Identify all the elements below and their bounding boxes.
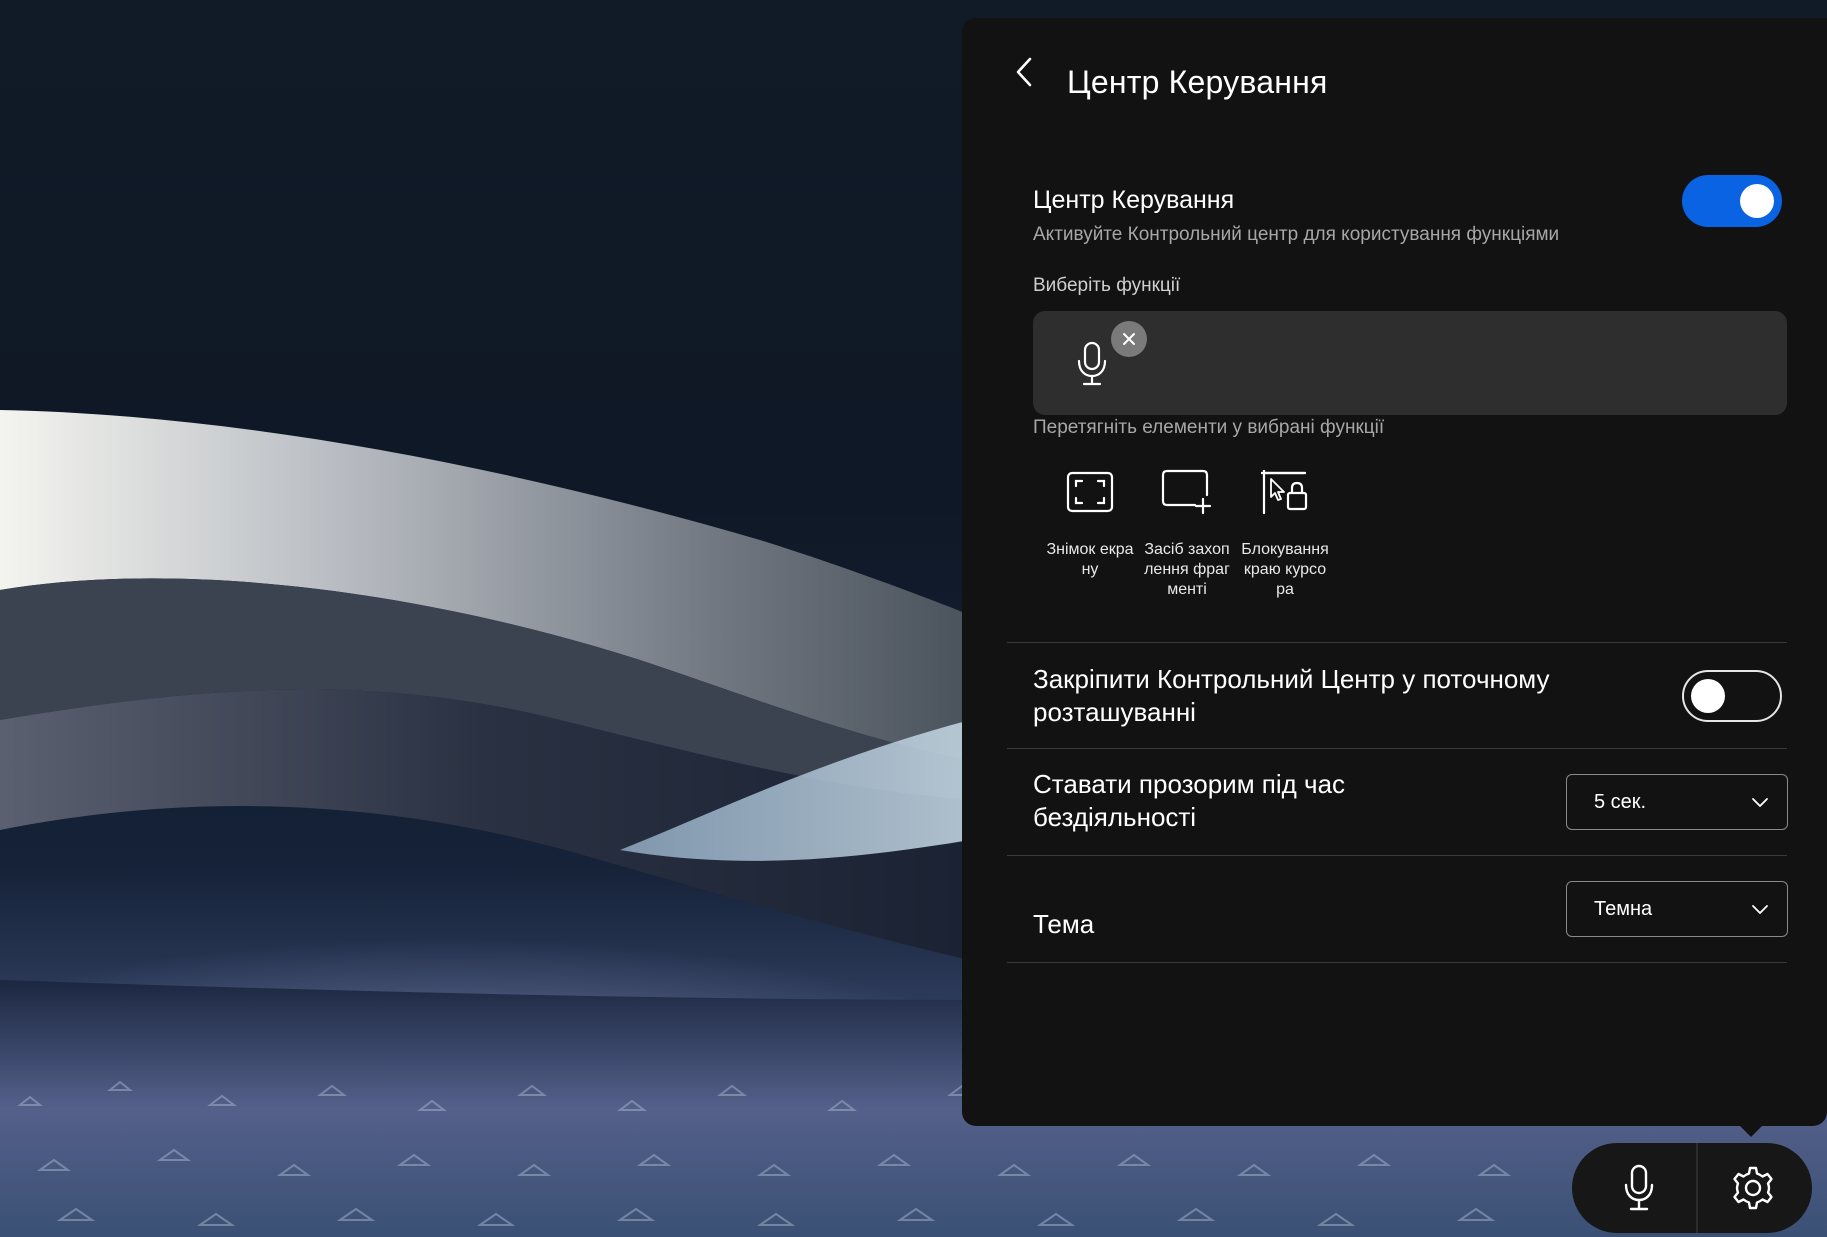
dock-microphone-button[interactable] <box>1584 1143 1694 1233</box>
control-center-panel: Центр Керування Центр Керування Активуйт… <box>962 18 1827 1126</box>
selected-functions-area <box>1033 311 1787 415</box>
control-center-dock <box>1572 1143 1812 1233</box>
back-button[interactable] <box>1002 50 1046 94</box>
available-function-snipping-tool[interactable]: Засіб захоплення фрагменті <box>1137 466 1237 600</box>
gear-icon <box>1733 1166 1773 1210</box>
available-function-cursor-edge-lock[interactable]: Блокування краю курсора <box>1235 466 1335 600</box>
divider <box>1007 748 1787 749</box>
function-label: Засіб захоплення фрагменті <box>1144 541 1230 598</box>
divider <box>1007 962 1787 963</box>
dropdown-value: 5 сек. <box>1594 790 1647 813</box>
cursor-edge-lock-icon <box>1261 470 1308 515</box>
chevron-down-icon <box>1752 798 1768 807</box>
selected-function-microphone[interactable] <box>1069 339 1115 389</box>
close-icon <box>1123 333 1135 345</box>
toggle-knob <box>1691 679 1725 713</box>
chevron-left-icon <box>1016 57 1032 87</box>
toggle-knob <box>1740 184 1774 218</box>
theme-dropdown[interactable]: Темна <box>1566 881 1788 937</box>
screenshot-icon <box>1066 471 1114 513</box>
theme-label: Тема <box>1033 909 1095 939</box>
panel-pointer <box>1738 1124 1764 1137</box>
transparency-label: Ставати прозорим під час бездіяльності <box>1033 769 1346 832</box>
chevron-down-icon <box>1752 905 1768 914</box>
control-center-setting-description: Активуйте Контрольний центр для користув… <box>1033 224 1560 245</box>
divider <box>1007 642 1787 643</box>
microphone-icon <box>1624 1164 1654 1211</box>
microphone-icon <box>1077 341 1107 386</box>
page-title: Центр Керування <box>1067 64 1328 100</box>
dropdown-value: Темна <box>1594 897 1653 920</box>
dock-settings-button[interactable] <box>1698 1143 1808 1233</box>
remove-function-button[interactable] <box>1111 321 1147 357</box>
control-center-setting-title: Центр Керування <box>1033 186 1235 214</box>
control-center-toggle[interactable] <box>1682 175 1782 227</box>
pin-control-center-label: Закріпити Контрольний Центр у поточному … <box>1033 664 1550 727</box>
transparency-dropdown[interactable]: 5 сек. <box>1566 774 1788 830</box>
drag-instructions-label: Перетягніть елементи у вибрані функції <box>1033 417 1385 438</box>
available-function-screenshot[interactable]: Знімок екрану <box>1040 466 1140 580</box>
divider <box>1007 855 1787 856</box>
function-label: Знімок екрану <box>1046 541 1134 578</box>
snipping-tool-icon <box>1161 469 1212 515</box>
pin-control-center-toggle[interactable] <box>1682 670 1782 722</box>
choose-functions-label: Виберіть функції <box>1033 275 1181 296</box>
function-label: Блокування краю курсора <box>1241 541 1329 598</box>
